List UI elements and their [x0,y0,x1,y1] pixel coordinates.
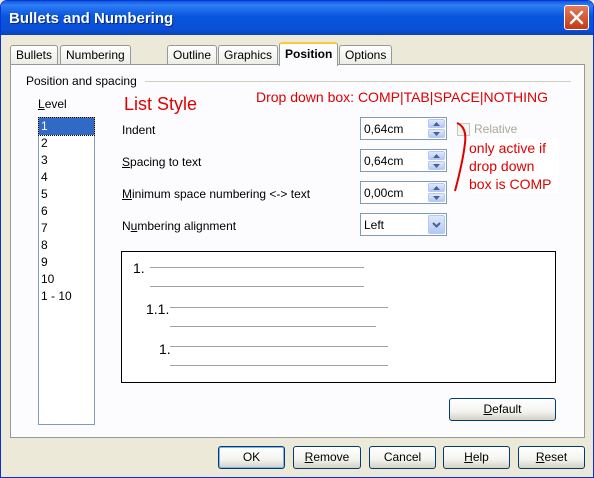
preview-line [150,286,364,287]
min-space-up-button[interactable] [428,183,445,192]
level-item[interactable]: 8 [39,237,94,254]
spacing-to-text-label-rest: pacing to text [130,155,202,169]
relative-annotation-line: only active if [469,140,547,156]
min-space-spinbox[interactable]: 0,00cm [360,181,447,204]
tab-position[interactable]: Position [279,42,339,66]
tab-outline[interactable]: Outline [167,45,218,65]
bullets-numbering-dialog: Bullets and Numbering Bullets Numbering … [0,0,594,478]
level-label-rest: evel [44,97,67,111]
relative-annotation-line: box is COMP [469,176,552,192]
tab-graphics[interactable]: Graphics [218,45,279,65]
ok-button[interactable]: OK [218,446,285,469]
spacing-to-text-value: 0,64cm [364,154,404,168]
indent-value: 0,64cm [364,122,404,136]
numbering-alignment-dropdown-button[interactable] [428,215,445,234]
preview-number: 1.1. [146,301,170,317]
arrow-up-icon [433,185,440,190]
preview-line [170,307,388,308]
remove-button-label-rest: emove [313,450,350,464]
relative-label: Relative [474,122,518,136]
level-item[interactable]: 6 [39,203,94,220]
arrow-up-icon [433,121,440,126]
list-style-annotation: List Style [124,94,198,114]
numbering-alignment-label: Numbering alignment [122,219,237,233]
level-item[interactable]: 1 [38,117,95,136]
annotation-bracket [454,122,467,192]
numbering-alignment-select[interactable]: Left [360,213,447,236]
reset-button-label-rest: eset [544,450,568,464]
numbering-alignment-label-rest: mbering alignment [137,219,237,233]
spacing-down-button[interactable] [428,161,445,170]
min-space-label: Minimum space numbering <-> text [122,187,311,201]
preview-number: 1. [159,341,171,357]
numbering-preview: 1. 1.1. 1. [121,251,556,383]
preview-line [150,267,364,268]
indent-up-button[interactable] [428,119,445,128]
level-item[interactable]: 3 [39,152,94,169]
level-item[interactable]: 10 [39,271,94,288]
preview-number: 1. [133,260,145,276]
min-space-down-button[interactable] [428,193,445,202]
preview-line [170,326,376,327]
preview-line [170,346,388,347]
level-item[interactable]: 9 [39,254,94,271]
relative-annotation-line: drop down [469,158,535,174]
arrow-down-icon [433,163,440,168]
group-label: Position and spacing [26,74,141,88]
arrow-down-icon [433,131,440,136]
indent-label: Indent [122,123,156,137]
dropdown-annotation: Drop down box: COMP|TAB|SPACE|NOTHING [256,89,549,105]
arrow-down-icon [433,195,440,200]
indent-spinbox[interactable]: 0,64cm [360,117,447,140]
level-item[interactable]: 1 - 10 [39,288,94,305]
min-space-value: 0,00cm [364,186,404,200]
tab-options[interactable]: Options [339,45,393,65]
level-label: Level [38,97,67,111]
spacing-to-text-spinbox[interactable]: 0,64cm [360,149,447,172]
help-button[interactable]: Help [443,446,510,469]
spacing-up-button[interactable] [428,151,445,160]
arrow-up-icon [433,153,440,158]
numbering-alignment-value: Left [364,218,385,232]
group-divider [145,81,571,82]
remove-button[interactable]: Remove [293,446,361,469]
min-space-label-rest: inimum space numbering <-> text [132,187,311,201]
level-list[interactable]: 1 2 3 4 5 6 7 8 9 10 1 - 10 [38,117,95,425]
default-button[interactable]: Default [449,398,556,421]
tab-numbering-type[interactable]: Numbering type [60,45,131,80]
spacing-to-text-label: Spacing to text [122,155,202,169]
close-button[interactable] [564,5,589,30]
level-item[interactable]: 5 [39,186,94,203]
level-item[interactable]: 7 [39,220,94,237]
cancel-button[interactable]: Cancel [369,446,436,469]
chevron-down-icon [432,221,441,228]
preview-line [170,365,388,366]
window-title: Bullets and Numbering [9,10,174,27]
default-button-label-rest: efault [492,402,522,416]
relative-annotation: only active if drop down box is COMP [469,139,559,193]
help-button-label-rest: elp [472,450,489,464]
indent-down-button[interactable] [428,129,445,138]
close-icon [569,10,584,25]
level-item[interactable]: 4 [39,169,94,186]
level-item[interactable]: 2 [39,135,94,152]
title-bar: Bullets and Numbering [1,1,593,35]
reset-button[interactable]: Reset [518,446,585,469]
tab-bullets[interactable]: Bullets [10,45,59,65]
